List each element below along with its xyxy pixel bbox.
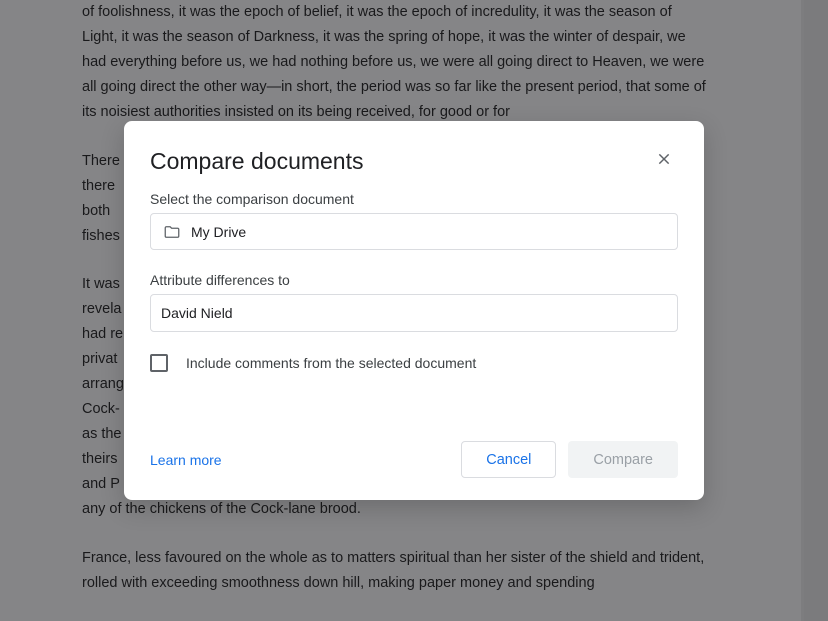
select-document-label: Select the comparison document [150,191,678,207]
learn-more-link[interactable]: Learn more [150,452,222,468]
dialog-title: Compare documents [150,148,364,175]
close-icon [656,151,672,172]
compare-documents-dialog: Compare documents Select the comparison … [124,121,704,500]
attribute-label: Attribute differences to [150,272,678,288]
compare-button[interactable]: Compare [568,441,678,478]
cancel-button[interactable]: Cancel [461,441,556,478]
include-comments-checkbox[interactable] [150,354,168,372]
drive-picker[interactable]: My Drive [150,213,678,250]
drive-picker-text: My Drive [191,224,246,240]
attribute-input[interactable] [150,294,678,332]
folder-icon [163,223,181,241]
include-comments-label: Include comments from the selected docum… [186,355,476,371]
close-button[interactable] [650,147,678,175]
